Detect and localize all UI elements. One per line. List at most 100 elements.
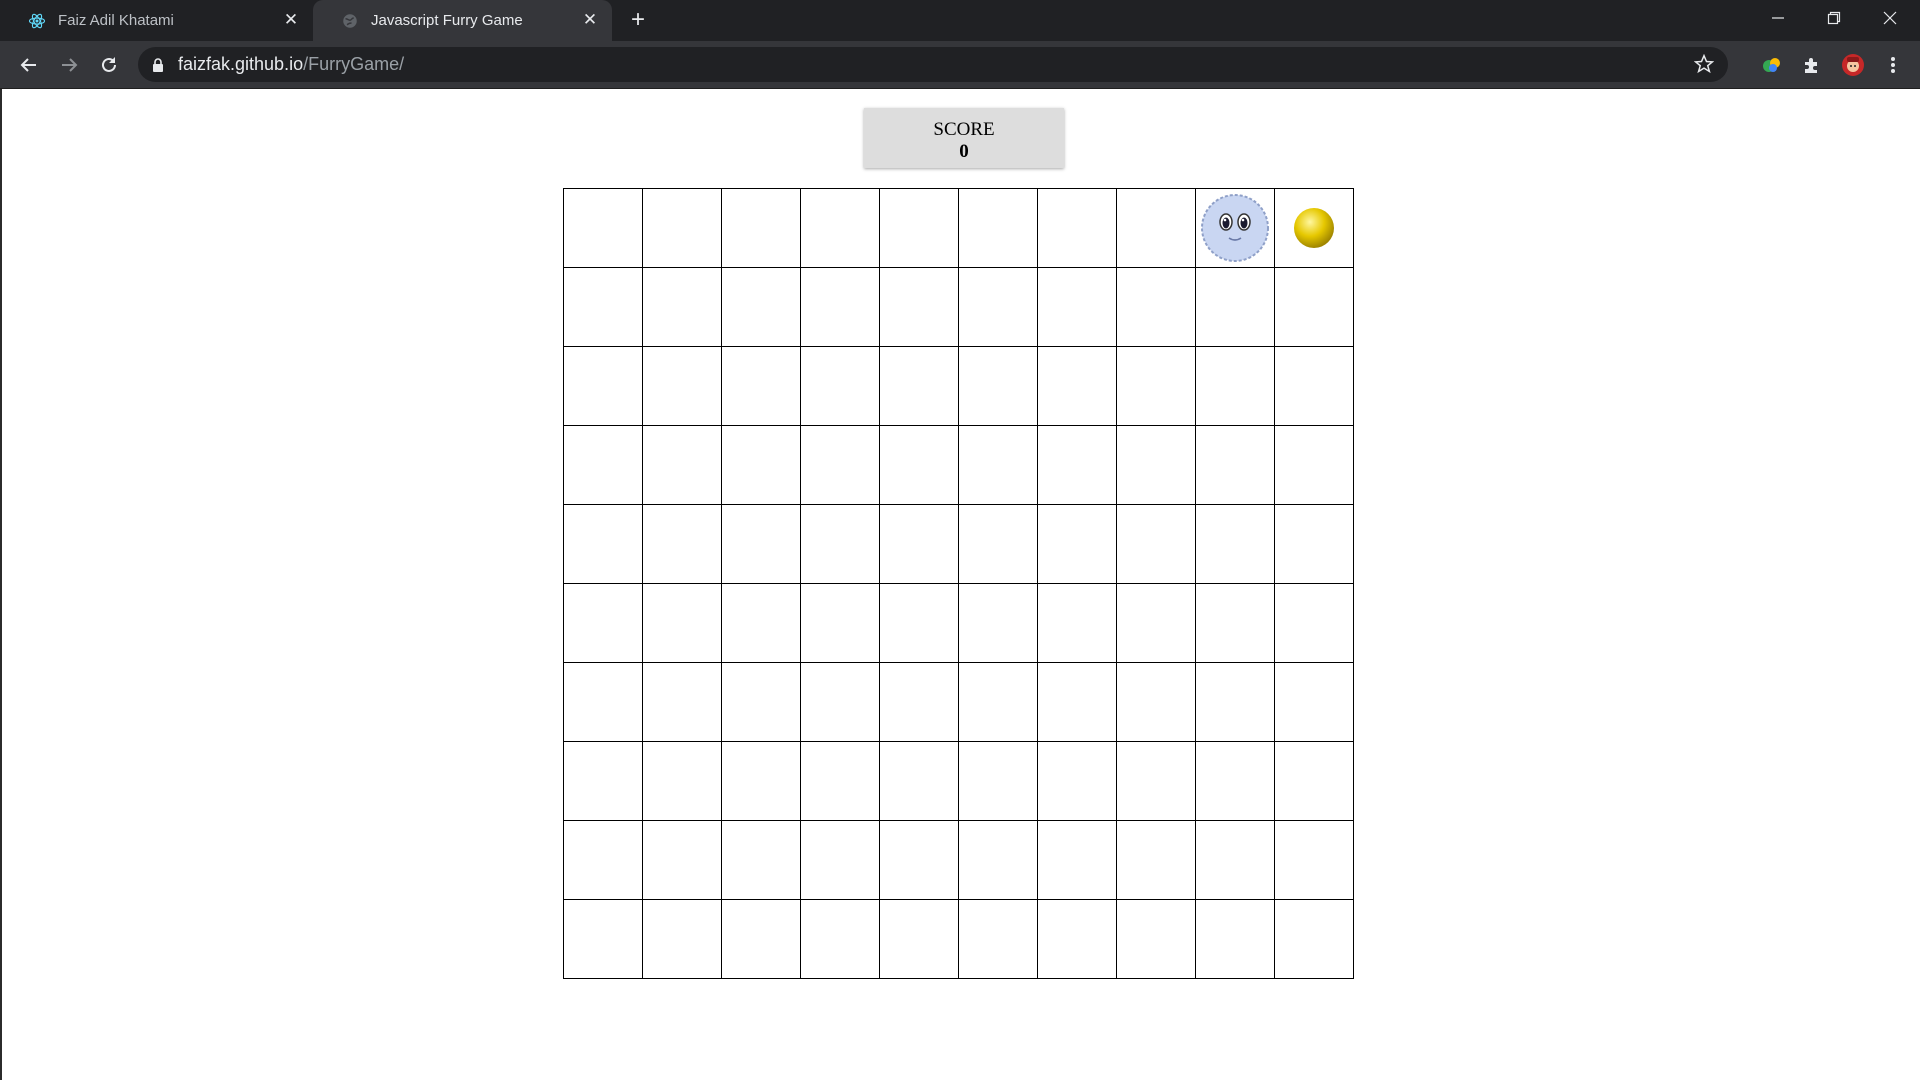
minimize-window-icon[interactable] [1750,0,1806,36]
board-cell [642,267,722,347]
board-cell [958,188,1038,268]
cell-content [880,347,958,425]
back-arrow-icon[interactable] [14,50,44,80]
board-cell [1195,504,1275,584]
cell-content [1275,347,1353,425]
board-cell [563,504,643,584]
cell-content [1117,584,1195,662]
board-cell [879,346,959,426]
cell-content [564,584,642,662]
cell-content [643,742,721,820]
lock-icon[interactable] [152,57,164,72]
board-cell [721,899,801,979]
cell-content [880,505,958,583]
board-cell [800,741,880,821]
score-label: SCORE [933,119,995,140]
board-row [563,188,1354,268]
cell-content [801,505,879,583]
board-cell [1195,741,1275,821]
address-bar[interactable]: faizfak.github.io/FurryGame/ [138,47,1728,82]
board-cell [1274,820,1354,900]
board-cell [563,583,643,663]
cell-content [1038,268,1116,346]
board-cell [1195,188,1275,268]
board-cell [1274,662,1354,742]
bookmark-star-icon[interactable] [1694,54,1714,74]
tab-javascript-furry-game[interactable]: Javascript Furry Game ✕ [313,0,612,41]
new-tab-button[interactable]: + [625,8,651,34]
board-cell [721,425,801,505]
cell-content [1038,426,1116,504]
browser-toolbar: faizfak.github.io/FurryGame/ [0,41,1920,89]
board-cell [1037,899,1117,979]
board-cell [1274,504,1354,584]
tab-strip: Faiz Adil Khatami ✕ Javascript Furry Gam… [0,0,1920,41]
cell-content [564,821,642,899]
cell-content [880,821,958,899]
extensions-puzzle-icon[interactable] [1797,50,1827,80]
cell-content [801,900,879,978]
cell-content [1196,347,1274,425]
cell-content [1117,189,1195,267]
board-cell [800,425,880,505]
board-cell [1116,899,1196,979]
tab-faiz-adil-khatami[interactable]: Faiz Adil Khatami ✕ [0,0,313,41]
board-row [563,741,1354,821]
board-cell [1195,267,1275,347]
board-cell [879,899,959,979]
cell-content [880,663,958,741]
board-cell [563,425,643,505]
restore-window-icon[interactable] [1806,0,1862,36]
cell-content [959,821,1037,899]
board-row [563,504,1354,584]
board-cell [642,583,722,663]
profile-avatar[interactable] [1838,50,1868,80]
react-icon [28,12,46,30]
close-tab-icon[interactable]: ✕ [580,10,600,30]
cell-content [1196,268,1274,346]
cell-content [643,584,721,662]
cell-content [1117,505,1195,583]
extension-colorful-icon[interactable] [1757,50,1787,80]
board-cell [958,346,1038,426]
board-row [563,820,1354,900]
board-cell [1037,267,1117,347]
board-cell [563,899,643,979]
close-tab-icon[interactable]: ✕ [281,10,301,30]
cell-content [722,742,800,820]
cell-content [1038,347,1116,425]
more-menu-icon[interactable] [1878,50,1908,80]
cell-content [959,742,1037,820]
cell-content [564,426,642,504]
board-cell [879,662,959,742]
board-cell [1037,820,1117,900]
cell-content [722,268,800,346]
cell-content [1275,268,1353,346]
cell-content [1275,505,1353,583]
cell-content [959,505,1037,583]
cell-content [801,663,879,741]
board-cell [1195,820,1275,900]
reload-icon[interactable] [94,50,124,80]
cell-content [880,742,958,820]
board-row [563,899,1354,979]
score-box: SCORE 0 [864,108,1064,168]
board-cell [800,820,880,900]
board-cell [1195,583,1275,663]
cell-content [1117,742,1195,820]
board-cell [1116,346,1196,426]
board-cell [1274,741,1354,821]
cell-content [1038,821,1116,899]
forward-arrow-icon[interactable] [54,50,84,80]
cell-content [643,663,721,741]
board-cell [1116,267,1196,347]
close-window-icon[interactable] [1862,0,1918,36]
cell-content [722,426,800,504]
board-cell [1274,346,1354,426]
cell-content [722,584,800,662]
board-cell [642,425,722,505]
tab-title: Faiz Adil Khatami [58,12,174,29]
cell-content [564,189,642,267]
cell-content [880,189,958,267]
cell-content [801,821,879,899]
